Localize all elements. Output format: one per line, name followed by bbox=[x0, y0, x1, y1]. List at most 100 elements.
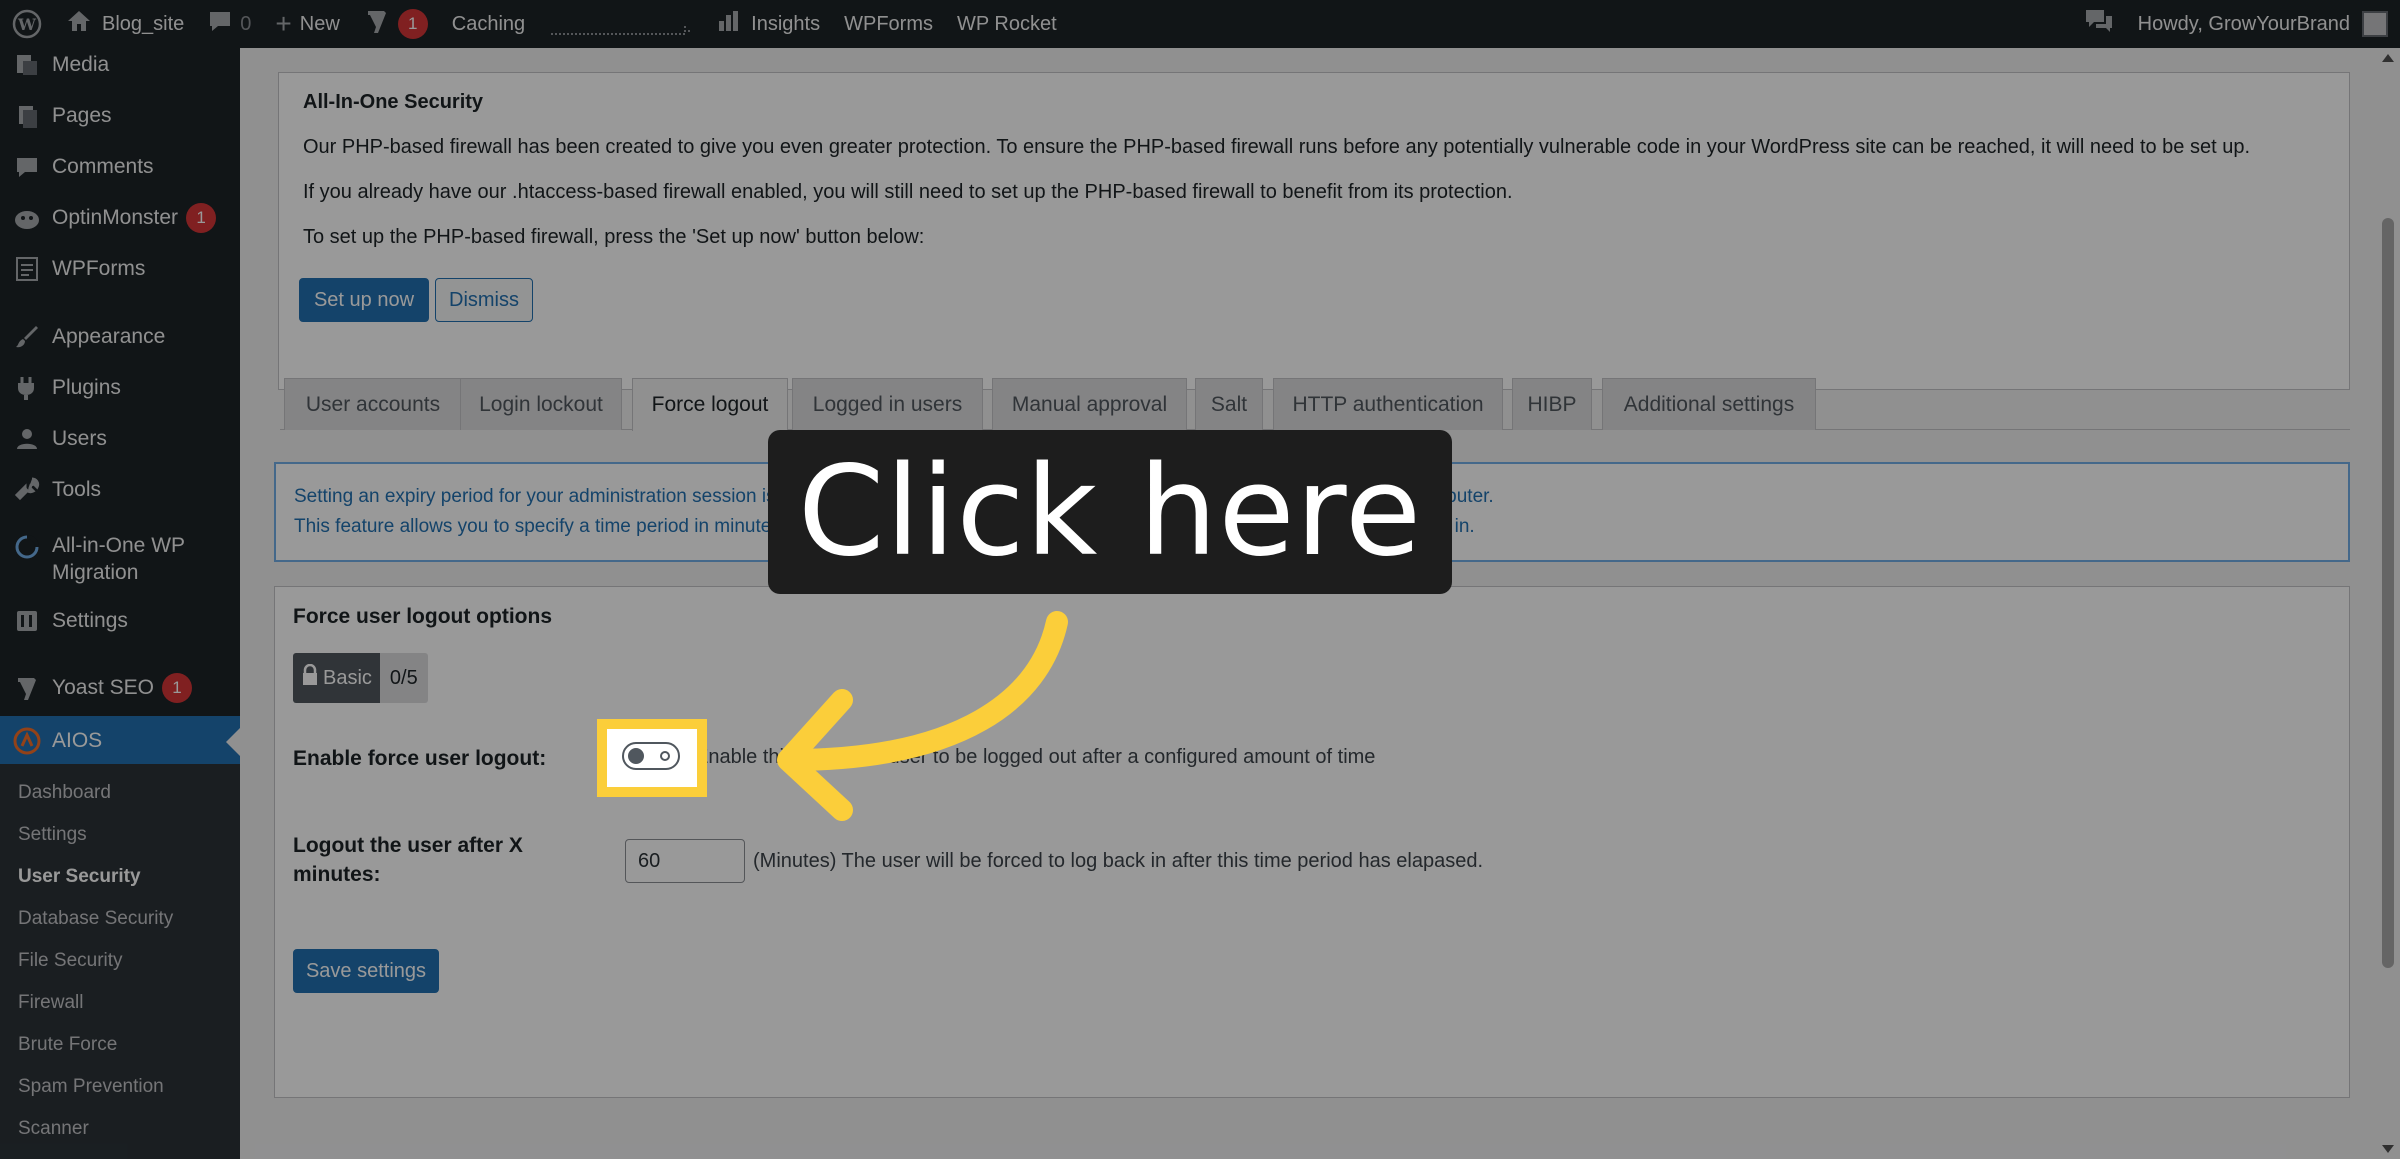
sidebar-item-label: Plugins bbox=[52, 376, 121, 399]
notice-line-1: Our PHP-based firewall has been created … bbox=[303, 136, 2251, 158]
scroll-up-arrow[interactable] bbox=[2382, 54, 2394, 62]
tab-salt[interactable]: Salt bbox=[1195, 378, 1263, 430]
sidebar-item-label: WPForms bbox=[52, 257, 146, 280]
basic-badge-left: Basic bbox=[293, 653, 380, 703]
sliders-icon bbox=[12, 606, 42, 636]
notifications-link[interactable] bbox=[2072, 0, 2126, 48]
force-logout-options: Force user logout options Basic 0/5 Enab… bbox=[274, 586, 2350, 1098]
submenu-firewall[interactable]: Firewall bbox=[18, 992, 83, 1014]
pages-icon bbox=[12, 101, 42, 131]
sidebar-item-media[interactable]: Media bbox=[0, 48, 240, 82]
scroll-thumb[interactable] bbox=[2382, 218, 2394, 968]
migration-icon bbox=[12, 532, 42, 562]
comments-icon bbox=[12, 152, 42, 182]
page-scrollbar[interactable] bbox=[2376, 48, 2400, 1159]
traffic-sparkline[interactable] bbox=[537, 0, 705, 48]
save-settings-button[interactable]: Save settings bbox=[293, 949, 439, 993]
toggle-off-ring bbox=[660, 751, 670, 761]
admin-sidebar: Media Pages Comments OptinMonster 1 WPFo… bbox=[0, 48, 240, 1159]
wpforms-adminbar-link[interactable]: WPForms bbox=[832, 0, 945, 48]
wrench-icon bbox=[12, 475, 42, 505]
tab-additional-settings[interactable]: Additional settings bbox=[1602, 378, 1816, 430]
wprocket-link[interactable]: WP Rocket bbox=[945, 0, 1069, 48]
lock-icon bbox=[301, 663, 319, 692]
admin-bar: W Blog_site 0 + New 1 Caching Insights W… bbox=[0, 0, 2400, 48]
logout-minutes-desc: (Minutes) The user will be forced to log… bbox=[753, 850, 1483, 872]
yoast-badge: 1 bbox=[161, 673, 192, 703]
caching-label: Caching bbox=[451, 12, 526, 35]
sidebar-item-wpforms[interactable]: WPForms bbox=[0, 249, 240, 289]
submenu-database-security[interactable]: Database Security bbox=[18, 908, 173, 930]
sidebar-item-settings[interactable]: Settings bbox=[0, 601, 240, 641]
sidebar-item-label: Media bbox=[52, 53, 110, 76]
tab-bar: User accounts Login lockout Force logout… bbox=[240, 378, 2376, 431]
highlighted-toggle[interactable] bbox=[622, 742, 680, 770]
sidebar-item-migration[interactable]: All-in-One WP Migration bbox=[0, 524, 240, 586]
sidebar-item-label: Pages bbox=[52, 104, 112, 127]
submenu-spam-prevention[interactable]: Spam Prevention bbox=[18, 1076, 164, 1098]
logout-minutes-input[interactable] bbox=[625, 839, 745, 883]
tab-label: Force logout bbox=[651, 393, 769, 416]
media-icon bbox=[12, 50, 42, 80]
submenu-settings[interactable]: Settings bbox=[18, 824, 87, 846]
submenu-brute-force[interactable]: Brute Force bbox=[18, 1034, 117, 1056]
submenu-file-security[interactable]: File Security bbox=[18, 950, 123, 972]
submenu-dashboard[interactable]: Dashboard bbox=[18, 782, 111, 804]
sidebar-item-label: Users bbox=[52, 427, 107, 450]
aios-shield-icon bbox=[12, 726, 42, 756]
svg-text:W: W bbox=[17, 15, 37, 34]
paintbrush-icon bbox=[12, 322, 42, 352]
avatar bbox=[2362, 11, 2388, 37]
sidebar-item-appearance[interactable]: Appearance bbox=[0, 317, 240, 357]
sidebar-item-optinmonster[interactable]: OptinMonster 1 bbox=[0, 198, 240, 238]
notifications-icon bbox=[2084, 8, 2114, 40]
tab-http-authentication[interactable]: HTTP authentication bbox=[1273, 378, 1503, 430]
howdy-text: Howdy, GrowYourBrand bbox=[2137, 12, 2350, 35]
yoast-adminbar-link[interactable]: 1 bbox=[352, 0, 440, 48]
set-up-now-button[interactable]: Set up now bbox=[299, 278, 429, 322]
caching-link[interactable]: Caching bbox=[440, 0, 537, 48]
tab-force-logout[interactable]: Force logout bbox=[632, 378, 788, 431]
tab-label: Salt bbox=[1210, 392, 1248, 416]
wordpress-logo-icon[interactable]: W bbox=[0, 0, 54, 48]
notice-line-3: To set up the PHP-based firewall, press … bbox=[303, 226, 925, 248]
comments-link[interactable]: 0 bbox=[196, 0, 263, 48]
tab-hibp[interactable]: HIBP bbox=[1512, 378, 1592, 430]
sidebar-item-label: Settings bbox=[52, 609, 128, 632]
site-name-link[interactable]: Blog_site bbox=[54, 0, 196, 48]
sidebar-item-label: OptinMonster bbox=[52, 206, 179, 229]
wpforms-label: WPForms bbox=[844, 12, 933, 35]
tab-login-lockout[interactable]: Login lockout bbox=[460, 378, 622, 430]
sidebar-item-comments[interactable]: Comments bbox=[0, 147, 240, 187]
submenu-user-security[interactable]: User Security bbox=[18, 866, 141, 888]
submenu-scanner[interactable]: Scanner bbox=[18, 1118, 89, 1140]
sidebar-item-pages[interactable]: Pages bbox=[0, 96, 240, 136]
insights-link[interactable]: Insights bbox=[705, 0, 832, 48]
wprocket-label: WP Rocket bbox=[957, 12, 1057, 35]
current-menu-arrow bbox=[226, 728, 240, 756]
my-account-link[interactable]: Howdy, GrowYourBrand bbox=[2126, 0, 2400, 48]
sidebar-item-aios[interactable]: AIOS bbox=[0, 716, 240, 766]
sidebar-item-label: All-in-One WP Migration bbox=[52, 532, 185, 587]
main-content: All-In-One Security Our PHP-based firewa… bbox=[240, 48, 2376, 1159]
sidebar-item-label: Appearance bbox=[52, 325, 166, 348]
enable-force-logout-label: Enable force user logout: bbox=[293, 747, 547, 770]
sidebar-item-plugins[interactable]: Plugins bbox=[0, 368, 240, 408]
new-content-link[interactable]: + New bbox=[263, 0, 351, 48]
sidebar-item-users[interactable]: Users bbox=[0, 419, 240, 459]
tab-label: Manual approval bbox=[1011, 392, 1168, 416]
bar-chart-icon bbox=[717, 9, 741, 39]
tab-label: Login lockout bbox=[479, 392, 603, 416]
tab-user-accounts[interactable]: User accounts bbox=[284, 378, 462, 430]
notice-line-2: If you already have our .htaccess-based … bbox=[303, 181, 1513, 203]
scroll-down-arrow[interactable] bbox=[2382, 1145, 2394, 1153]
sidebar-item-label: Comments bbox=[52, 155, 154, 178]
migration-label-line2: Migration bbox=[52, 561, 139, 585]
notice-title: All-In-One Security bbox=[303, 91, 484, 113]
tab-logged-in-users[interactable]: Logged in users bbox=[792, 378, 983, 430]
sidebar-item-tools[interactable]: Tools bbox=[0, 470, 240, 510]
tab-label: Additional settings bbox=[1623, 392, 1795, 416]
sidebar-item-yoast[interactable]: Yoast SEO 1 bbox=[0, 668, 240, 708]
tab-manual-approval[interactable]: Manual approval bbox=[992, 378, 1187, 430]
dismiss-button[interactable]: Dismiss bbox=[435, 278, 533, 322]
